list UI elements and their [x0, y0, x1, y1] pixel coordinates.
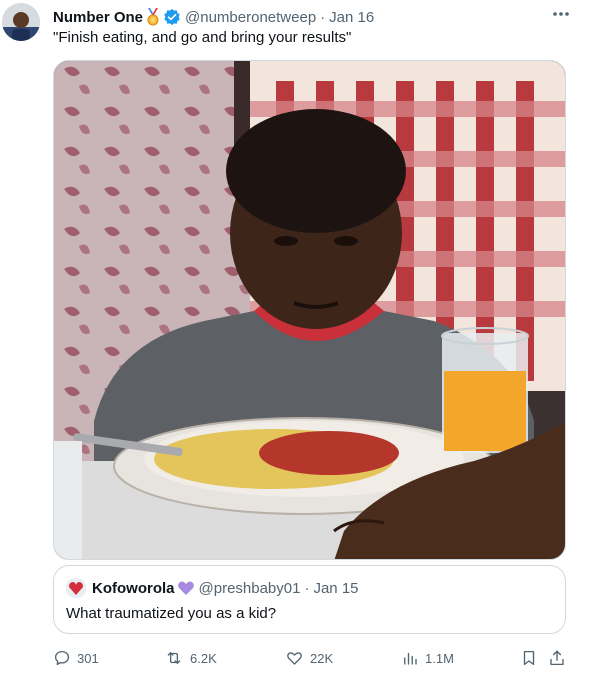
medal-icon: [145, 8, 161, 26]
separator-dot: ·: [320, 8, 326, 26]
like-icon: [287, 652, 302, 665]
reply-count: 301: [77, 650, 99, 666]
action-bar: 301 6.2K 22K 1.1M: [53, 647, 566, 669]
retweet-icon: [167, 652, 181, 664]
quoted-author-handle: @preshbaby01: [198, 579, 301, 597]
quoted-date: Jan 15: [313, 579, 359, 597]
share-icon: [550, 650, 564, 666]
views-count: 1.1M: [425, 650, 454, 666]
tweet-header: Number One @numberonetweep · Jan 16: [53, 7, 374, 27]
quoted-header: Kofoworola @preshbaby01 · Jan 15: [66, 578, 359, 598]
purple-heart-icon: [177, 580, 195, 596]
meme-photo: [54, 61, 565, 559]
repost-count: 6.2K: [190, 650, 217, 666]
quoted-separator-dot: ·: [304, 579, 310, 597]
quoted-avatar: [66, 578, 86, 598]
quoted-tweet[interactable]: Kofoworola @preshbaby01 · Jan 15 What tr…: [53, 565, 566, 634]
author-handle[interactable]: @numberonetweep: [185, 9, 316, 26]
views-icon: [404, 652, 417, 665]
verified-icon: [163, 8, 181, 26]
bookmark-button[interactable]: [520, 647, 538, 669]
more-icon[interactable]: [550, 6, 572, 22]
quoted-text: What traumatized you as a kid?: [66, 605, 277, 622]
repost-button[interactable]: 6.2K: [164, 647, 217, 669]
like-button[interactable]: 22K: [285, 647, 333, 669]
bookmark-icon: [523, 650, 535, 666]
tweet-image[interactable]: [53, 60, 566, 560]
like-count: 22K: [310, 650, 334, 666]
tweet-date[interactable]: Jan 16: [329, 9, 374, 26]
author-name[interactable]: Number One: [53, 9, 143, 26]
tweet-text: "Finish eating, and go and bring your re…: [53, 29, 352, 46]
share-button[interactable]: [548, 647, 566, 669]
quoted-author-name: Kofoworola: [92, 579, 175, 597]
views-button[interactable]: 1.1M: [401, 647, 454, 669]
reply-button[interactable]: 301: [53, 647, 99, 669]
tweet-card[interactable]: Number One @numberonetweep · Jan 16 "Fin…: [0, 0, 594, 678]
author-avatar[interactable]: [2, 3, 40, 41]
reply-icon: [54, 650, 70, 666]
